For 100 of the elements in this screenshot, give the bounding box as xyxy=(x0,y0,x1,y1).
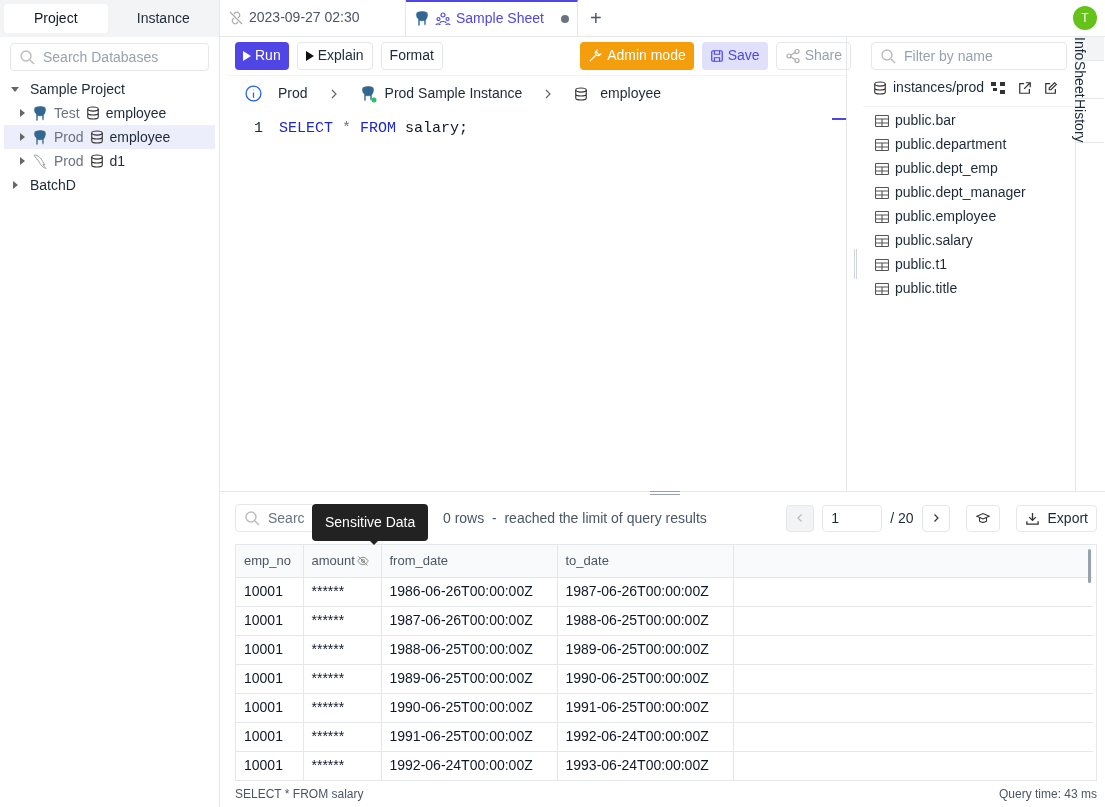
table-cell: 1992-06-24T00:00:00Z xyxy=(557,722,733,751)
query-time: Query time: 43 ms xyxy=(998,786,1097,803)
info-icon xyxy=(245,85,262,103)
table-cell: 1990-06-25T00:00:00Z xyxy=(381,693,557,722)
editor-tab[interactable]: 2023-09-27 02:30 xyxy=(220,0,406,36)
visualize-button[interactable] xyxy=(965,504,1000,532)
table-cell: 1992-06-24T00:00:00Z xyxy=(381,751,557,780)
share-icon xyxy=(784,47,801,64)
database-icon xyxy=(574,86,589,101)
save-button[interactable]: Save xyxy=(701,41,768,70)
instance-name: Prod xyxy=(54,151,84,171)
table-cell: ****** xyxy=(303,751,381,780)
database-tree-item[interactable]: Test employee xyxy=(4,101,215,125)
table-icon xyxy=(875,282,889,295)
export-button[interactable]: Export xyxy=(1015,504,1097,532)
table-cell: 1990-06-25T00:00:00Z xyxy=(557,664,733,693)
people-icon xyxy=(435,10,451,27)
table-cell: 1987-06-26T00:00:00Z xyxy=(557,577,733,606)
side-tab[interactable]: Info xyxy=(1076,36,1104,62)
search-field[interactable]: Search Databases xyxy=(10,43,209,71)
column-header[interactable]: from_date xyxy=(381,545,557,577)
table-cell: ****** xyxy=(303,577,381,606)
database-name: employee xyxy=(105,103,167,123)
table-cell: 1988-06-25T00:00:00Z xyxy=(557,606,733,635)
caret-right-icon[interactable] xyxy=(18,109,26,117)
search-icon xyxy=(880,47,896,64)
table-cell: 10001 xyxy=(236,606,303,635)
table-cell: 10001 xyxy=(236,751,303,780)
table-cell: 1988-06-25T00:00:00Z xyxy=(381,635,557,664)
table-cell: 1993-06-24T00:00:00Z xyxy=(557,751,733,780)
table-icon xyxy=(875,258,889,271)
table-name[interactable]: public.t1 xyxy=(895,254,948,276)
page-total: / 20 xyxy=(890,508,914,528)
filter-field[interactable]: Filter by name xyxy=(871,41,1067,70)
database-label: employee xyxy=(600,84,662,104)
caret-right-icon[interactable] xyxy=(11,181,19,189)
database-tree-item[interactable]: Prod d1 xyxy=(4,149,215,173)
wrench-icon xyxy=(588,48,604,64)
table-name[interactable]: public.department xyxy=(895,134,1007,156)
table-name[interactable]: public.title xyxy=(895,278,958,300)
environment-label: Prod xyxy=(278,84,308,104)
table-name[interactable]: public.dept_emp xyxy=(895,158,998,180)
database-icon xyxy=(873,80,887,95)
code-line: SELECT * FROM salary; xyxy=(279,118,469,139)
sidebar-tab[interactable]: Project xyxy=(4,4,108,33)
page-number-field[interactable]: 1 xyxy=(822,504,883,532)
table-cell: 10001 xyxy=(236,664,303,693)
table-icon xyxy=(875,114,889,127)
database-icon xyxy=(89,130,104,144)
instance-path: instances/prod xyxy=(893,78,985,98)
sidebar-tab[interactable]: Instance xyxy=(111,4,215,33)
table-cell: ****** xyxy=(303,722,381,751)
instance-name: Prod xyxy=(54,127,84,147)
search-icon xyxy=(244,510,260,526)
instance-name: Test xyxy=(54,103,80,123)
database-icon xyxy=(85,106,100,120)
table-name[interactable]: public.dept_manager xyxy=(895,182,1026,204)
table-icon xyxy=(875,234,889,247)
caret-right-icon[interactable] xyxy=(18,157,26,165)
editor-tab[interactable]: Sample Sheet xyxy=(406,0,578,36)
database-tree-item[interactable]: Prod employee xyxy=(4,125,215,149)
caret-down-icon[interactable] xyxy=(11,85,19,93)
table-name[interactable]: public.employee xyxy=(895,206,997,228)
run-button[interactable]: Run xyxy=(235,41,289,70)
table-cell: ****** xyxy=(303,606,381,635)
table-icon xyxy=(875,210,889,223)
graduation-cap-icon xyxy=(975,511,990,525)
table-cell: 1991-06-25T00:00:00Z xyxy=(381,722,557,751)
table-icon xyxy=(875,186,889,199)
table-cell: 10001 xyxy=(236,577,303,606)
download-icon xyxy=(1024,510,1040,526)
table-cell: 1989-06-25T00:00:00Z xyxy=(557,635,733,664)
caret-right-icon[interactable] xyxy=(18,133,26,141)
table-name[interactable]: public.salary xyxy=(895,230,973,252)
add-tab-button[interactable]: + xyxy=(578,0,614,36)
result-search-field[interactable]: Searc xyxy=(235,504,315,532)
schema-diagram-icon[interactable] xyxy=(990,79,1007,96)
edit-icon[interactable] xyxy=(1044,80,1059,95)
line-number: 1 xyxy=(253,118,263,139)
table-cell: 10001 xyxy=(236,722,303,751)
project-label[interactable]: BatchD xyxy=(30,174,76,196)
table-icon xyxy=(875,138,889,151)
column-header[interactable]: amount xyxy=(303,545,381,577)
table-name[interactable]: public.bar xyxy=(895,110,956,132)
table-cell: ****** xyxy=(303,693,381,722)
explain-button[interactable]: Explain xyxy=(296,41,373,70)
result-summary: 0 rows - reached the limit of query results xyxy=(443,508,707,528)
instance-label: Prod Sample Instance xyxy=(384,84,523,104)
project-label[interactable]: Sample Project xyxy=(30,78,125,100)
search-icon xyxy=(19,49,35,65)
column-header[interactable]: emp_no xyxy=(236,545,303,577)
save-icon xyxy=(709,48,724,63)
column-header[interactable]: to_date xyxy=(557,545,733,577)
table-cell: 1991-06-25T00:00:00Z xyxy=(557,693,733,722)
table-cell: 10001 xyxy=(236,693,303,722)
side-tab[interactable]: Sheet xyxy=(1076,61,1104,99)
external-link-icon[interactable] xyxy=(1018,80,1033,95)
format-button[interactable]: Format xyxy=(380,41,443,70)
play-icon xyxy=(305,50,314,61)
tooltip: Sensitive Data xyxy=(312,504,429,541)
